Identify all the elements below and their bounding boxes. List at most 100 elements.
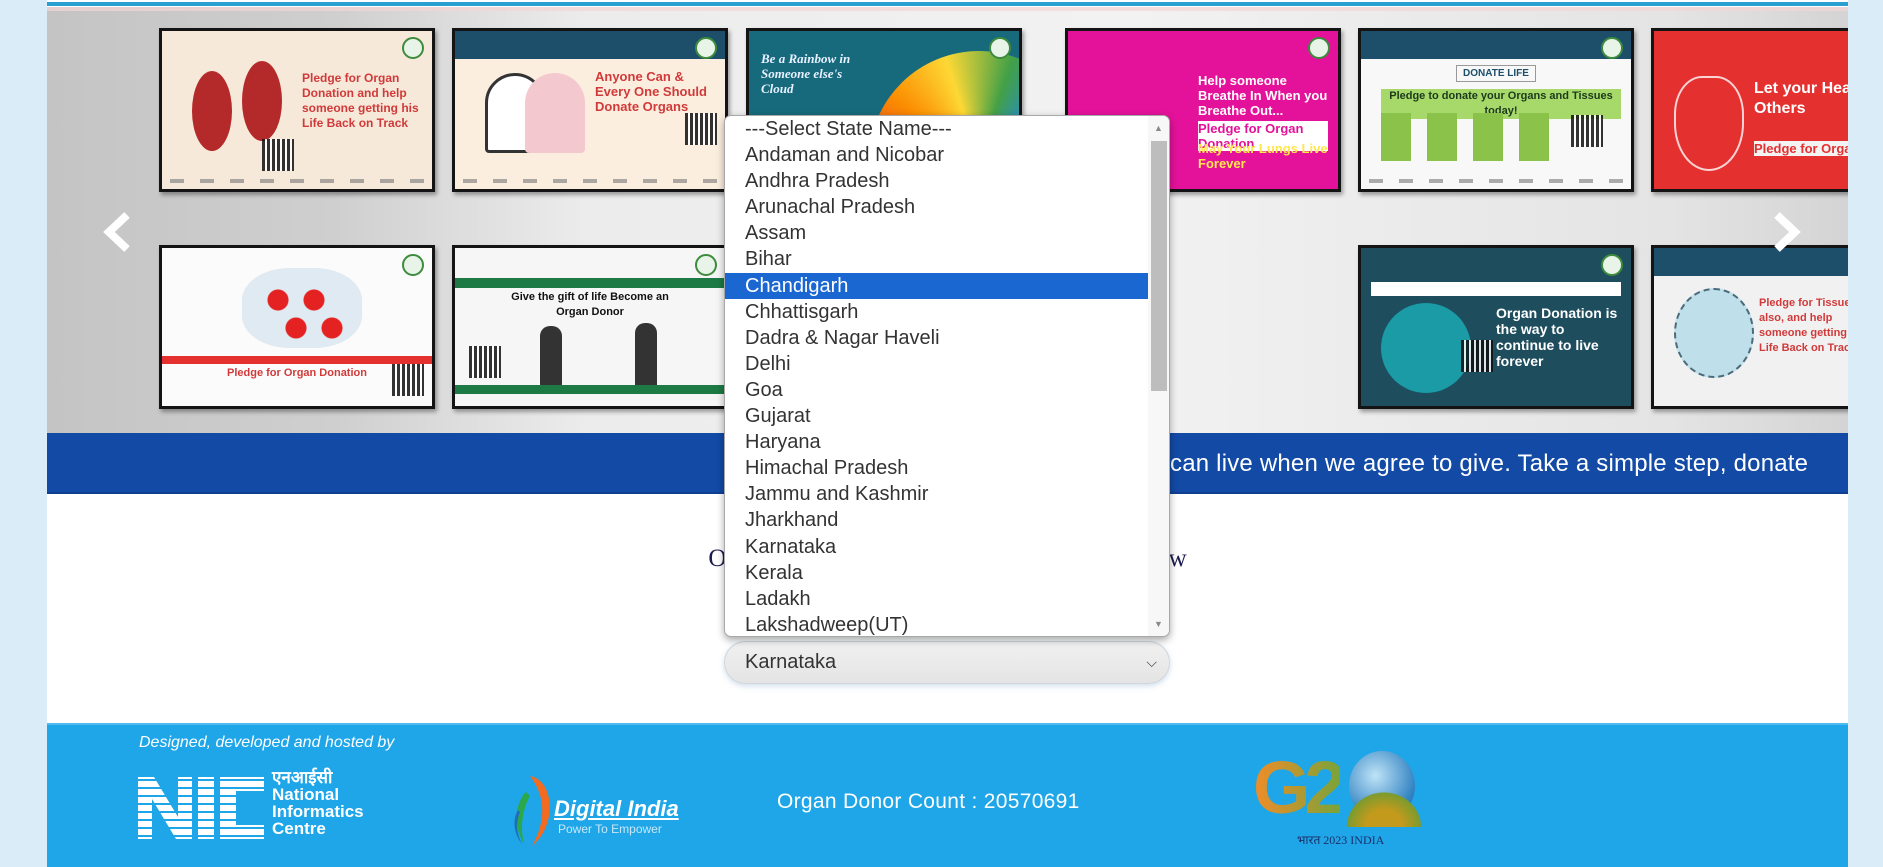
- notto-logo-icon: [989, 37, 1011, 59]
- qr-code-icon: [685, 113, 717, 145]
- carousel-tile[interactable]: Anyone Can & Every One Should Donate Org…: [452, 28, 728, 192]
- state-option[interactable]: Kerala: [725, 560, 1149, 586]
- heart-illustration: [1674, 76, 1744, 171]
- social-strip: [170, 179, 424, 183]
- qr-code-icon: [262, 139, 294, 171]
- digital-india-tagline: Power To Empower: [558, 822, 662, 836]
- state-dropdown-list[interactable]: ---Select State Name--- Andaman and Nico…: [724, 115, 1170, 637]
- state-option[interactable]: Haryana: [725, 429, 1149, 455]
- state-option[interactable]: Gujarat: [725, 403, 1149, 429]
- qr-code-icon: [1571, 115, 1603, 147]
- carousel-tile[interactable]: Give the gift of life Become an Organ Do…: [452, 245, 728, 409]
- hands-heart-illustration: [1381, 303, 1471, 393]
- state-option[interactable]: ---Select State Name---: [725, 116, 1149, 142]
- scrollbar-thumb[interactable]: [1151, 141, 1167, 391]
- tile-title: Be a Rainbow in Someone else's Cloud: [761, 51, 851, 96]
- tile-title: Anyone Can & Every One Should Donate Org…: [595, 69, 707, 114]
- state-option-highlighted[interactable]: Chandigarh: [725, 272, 1149, 299]
- carousel-tile[interactable]: Pledge for Organ Donation and help someo…: [159, 28, 435, 192]
- state-option[interactable]: Lakshadweep(UT): [725, 612, 1149, 636]
- carousel-prev-button[interactable]: [99, 207, 139, 257]
- state-option[interactable]: Karnataka: [725, 534, 1149, 560]
- tile-title: Pledge for Organ Donation and help someo…: [302, 71, 419, 130]
- page-content: Pledge for Organ Donation and help someo…: [47, 0, 1848, 867]
- person-illustration: [540, 326, 562, 386]
- state-option[interactable]: Jammu and Kashmir: [725, 481, 1149, 507]
- tile-title: Organ Donation is the way to continue to…: [1496, 305, 1618, 369]
- state-option[interactable]: Ladakh: [725, 586, 1149, 612]
- qr-code-icon: [469, 346, 501, 378]
- state-option[interactable]: Chhattisgarh: [725, 299, 1149, 325]
- carousel-tile[interactable]: Pledge to donate your Organs and Tissues…: [1358, 28, 1634, 192]
- tile-banner: [455, 385, 725, 394]
- state-option[interactable]: Goa: [725, 377, 1149, 403]
- state-option[interactable]: Delhi: [725, 351, 1149, 377]
- tile-title: Let your Heart Beat for Others: [1754, 80, 1848, 117]
- organ-donor-count: Organ Donor Count : 20570691: [777, 790, 1080, 813]
- digital-india-emblem-icon: [514, 776, 550, 846]
- carousel-tile[interactable]: Pledge for Tissues also, and help someon…: [1651, 245, 1848, 409]
- chevron-down-icon: ⌵: [1146, 654, 1157, 670]
- digital-india-name: Digital India: [554, 796, 679, 821]
- g20-mark: G2: [1253, 746, 1346, 829]
- state-option[interactable]: Assam: [725, 220, 1149, 246]
- tile-subtitle: DONATE LIFE: [1456, 65, 1536, 82]
- state-select-value: Karnataka: [745, 651, 837, 673]
- tile-title: Help someone Breathe In When you Breathe…: [1198, 73, 1328, 118]
- carousel-next-button[interactable]: [1765, 207, 1805, 257]
- notto-logo-icon: [695, 37, 717, 59]
- kidney-illustration: [242, 61, 282, 141]
- lotus-icon: [1341, 787, 1427, 827]
- footer-credit: Designed, developed and hosted by: [139, 734, 395, 751]
- notto-logo-icon: [402, 37, 424, 59]
- notto-logo-icon: [1601, 254, 1623, 276]
- state-option[interactable]: Himachal Pradesh: [725, 455, 1149, 481]
- tile-banner: [455, 278, 725, 288]
- qr-code-icon: [1461, 340, 1493, 372]
- carousel-tile[interactable]: Pledge for Organ Donation: [159, 245, 435, 409]
- tile-subtitle: Pledge for Organ Donation: [1754, 141, 1848, 156]
- scroll-up-arrow-icon[interactable]: ▲: [1148, 118, 1169, 138]
- tile-subtitle: Pledge for Organ Donation: [227, 367, 367, 379]
- scroll-down-arrow-icon[interactable]: ▼: [1148, 614, 1169, 634]
- notto-logo-icon: [402, 254, 424, 276]
- state-select[interactable]: Karnataka ⌵: [724, 641, 1170, 684]
- state-option[interactable]: Dadra & Nagar Haveli: [725, 325, 1149, 351]
- social-strip: [463, 179, 717, 183]
- ticker-text: can live when we agree to give. Take a s…: [1170, 450, 1809, 477]
- nic-name: एनआईसी National Informatics Centre: [272, 768, 364, 838]
- notto-logo-icon: [1308, 37, 1330, 59]
- person-illustration: [635, 323, 657, 387]
- g20-caption: भारत 2023 INDIA: [1297, 833, 1385, 847]
- tile-banner: [162, 356, 432, 364]
- qr-code-icon: [392, 364, 424, 396]
- top-accent-bar: [47, 2, 1848, 6]
- digital-india-logo[interactable]: Digital India Power To Empower: [502, 770, 732, 850]
- chevron-left-icon: [103, 212, 130, 252]
- state-options: ---Select State Name--- Andaman and Nico…: [725, 116, 1149, 636]
- dropdown-scrollbar[interactable]: ▲ ▼: [1148, 116, 1169, 636]
- carousel-tile[interactable]: Let your Heart Beat for Others Pledge fo…: [1651, 28, 1848, 192]
- state-option[interactable]: Arunachal Pradesh: [725, 194, 1149, 220]
- state-option[interactable]: Andhra Pradesh: [725, 168, 1149, 194]
- tile-banner: [1371, 282, 1621, 296]
- nic-logo[interactable]: एनआईसी National Informatics Centre: [138, 769, 398, 843]
- chevron-right-icon: [1774, 212, 1801, 252]
- g20-logo[interactable]: G2 भारत 2023 INDIA: [1253, 745, 1453, 855]
- carousel-tile[interactable]: Organ Donation is the way to continue to…: [1358, 245, 1634, 409]
- eye-bone-illustration: [1674, 288, 1754, 378]
- footer: Designed, developed and hosted by एनआईसी…: [47, 723, 1848, 867]
- tile-title: Give the gift of life Become an Organ Do…: [511, 291, 669, 318]
- kidney-illustration: [192, 71, 232, 151]
- social-strip: [1369, 179, 1623, 183]
- state-option[interactable]: Andaman and Nicobar: [725, 142, 1149, 168]
- notto-logo-icon: [695, 254, 717, 276]
- notto-logo-icon: [1601, 37, 1623, 59]
- person-illustration: [525, 73, 585, 153]
- organs-illustration: [242, 268, 362, 348]
- state-option[interactable]: Jharkhand: [725, 507, 1149, 533]
- tile-tagline: May Your Lungs Live Forever: [1198, 141, 1328, 171]
- state-option[interactable]: Bihar: [725, 246, 1149, 272]
- tile-title: Pledge for Tissues also, and help someon…: [1759, 297, 1848, 354]
- organ-icons-grid: [1381, 113, 1551, 161]
